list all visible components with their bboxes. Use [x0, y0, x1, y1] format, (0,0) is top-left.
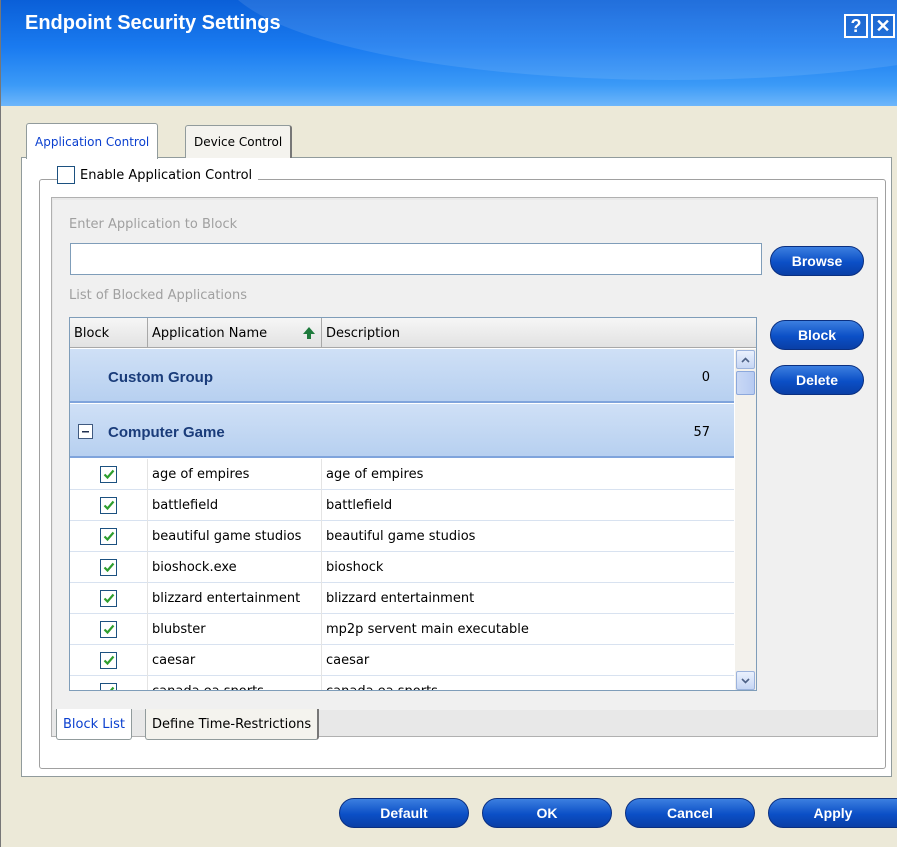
application-name-cell: bioshock.exe: [148, 552, 322, 583]
delete-button[interactable]: Delete: [770, 365, 864, 395]
block-cell: [70, 583, 148, 614]
tab-define-time-restrictions[interactable]: Define Time-Restrictions: [145, 709, 320, 740]
application-name-cell: blizzard entertainment: [148, 583, 322, 614]
table-row[interactable]: battlefield battlefield: [70, 490, 734, 521]
blocked-list-label: List of Blocked Applications: [69, 288, 248, 303]
apply-button[interactable]: Apply: [768, 798, 897, 828]
title-bar[interactable]: Endpoint Security Settings ? ✕: [1, 0, 897, 106]
table-row[interactable]: canada ea sportscanada ea sports: [70, 676, 734, 690]
checkmark-icon: [103, 562, 114, 573]
application-name-cell: battlefield: [148, 490, 322, 521]
checkmark-icon: [103, 624, 114, 635]
enable-application-control[interactable]: Enable Application Control: [57, 166, 259, 184]
window-title: Endpoint Security Settings: [25, 12, 281, 34]
application-name-cell: canada ea sports: [148, 676, 322, 690]
description-cell: canada ea sports: [322, 676, 734, 690]
block-checkbox[interactable]: [100, 497, 117, 514]
block-cell: [70, 552, 148, 583]
block-button[interactable]: Block: [770, 320, 864, 350]
block-checkbox[interactable]: [100, 652, 117, 669]
tab-block-list[interactable]: Block List: [56, 709, 133, 740]
block-checkbox[interactable]: [100, 528, 117, 545]
settings-window: Endpoint Security Settings ? ✕ Applicati…: [0, 0, 897, 847]
table-header: Block Application Name Description: [70, 318, 756, 348]
table-row[interactable]: blizzard entertainment blizzard entertain…: [70, 583, 734, 614]
scroll-down-icon[interactable]: [736, 671, 755, 690]
group-row-computer-game[interactable]: Computer Game 57: [70, 404, 734, 458]
close-icon[interactable]: ✕: [871, 14, 895, 38]
table-row[interactable]: caesar caesar: [70, 645, 734, 676]
group-name: Custom Group: [108, 369, 213, 386]
checkmark-icon: [103, 500, 114, 511]
checkmark-icon: [103, 655, 114, 666]
checkmark-icon: [109, 686, 114, 690]
application-input[interactable]: [70, 243, 762, 275]
group-row-custom[interactable]: Custom Group 0: [70, 349, 734, 403]
group-count: 0: [701, 370, 710, 385]
column-description[interactable]: Description: [322, 318, 734, 348]
description-cell: bioshock: [326, 560, 384, 575]
application-name-cell: beautiful game studios: [148, 521, 322, 552]
description-cell: battlefield: [326, 498, 393, 513]
block-cell: [70, 459, 148, 490]
column-block[interactable]: Block: [70, 318, 148, 348]
block-cell: [70, 676, 148, 690]
collapse-icon[interactable]: [78, 424, 93, 439]
browse-button[interactable]: Browse: [770, 246, 864, 276]
block-cell: [70, 521, 148, 552]
description-cell: blizzard entertainment: [326, 591, 475, 606]
tab-device-control[interactable]: Device Control: [185, 125, 293, 158]
enable-label: Enable Application Control: [80, 167, 253, 183]
checkmark-icon: [103, 531, 114, 542]
table-row[interactable]: bioshock.exe bioshock: [70, 552, 734, 583]
description-cell: age of empires: [326, 467, 424, 482]
tab-application-control[interactable]: Application Control: [26, 123, 159, 159]
group-name: Computer Game: [108, 424, 225, 441]
default-button[interactable]: Default: [339, 798, 469, 828]
checkmark-icon: [103, 469, 114, 480]
block-checkbox[interactable]: [100, 559, 117, 576]
vertical-scrollbar[interactable]: [735, 349, 756, 690]
application-name-cell: caesar: [148, 645, 322, 676]
column-application-name[interactable]: Application Name: [148, 318, 322, 348]
block-checkbox[interactable]: [100, 590, 117, 607]
block-checkbox[interactable]: [100, 466, 117, 483]
table-row[interactable]: age of empires age of empires: [70, 459, 734, 490]
cancel-button[interactable]: Cancel: [625, 798, 755, 828]
block-cell: [70, 645, 148, 676]
block-checkbox[interactable]: [100, 621, 117, 638]
description-cell: caesar: [326, 653, 370, 668]
table-row[interactable]: beautiful game studios beautiful game stu…: [70, 521, 734, 552]
sort-ascending-icon: [303, 327, 315, 339]
block-checkbox[interactable]: [100, 683, 117, 690]
application-name-cell: blubster: [148, 614, 322, 645]
application-name-cell: age of empires: [148, 459, 322, 490]
enter-application-label: Enter Application to Block: [69, 217, 238, 232]
description-cell: mp2p servent main executable: [326, 622, 529, 637]
table-row[interactable]: blubster mp2p servent main executable: [70, 614, 734, 645]
description-cell: beautiful game studios: [326, 529, 476, 544]
enable-checkbox[interactable]: [57, 166, 75, 184]
ok-button[interactable]: OK: [482, 798, 612, 828]
scroll-thumb[interactable]: [736, 371, 755, 395]
scroll-up-icon[interactable]: [736, 350, 755, 369]
checkmark-icon: [103, 593, 114, 604]
blocked-apps-table: Block Application Name Description Custo…: [69, 317, 757, 691]
block-cell: [70, 490, 148, 521]
group-count: 57: [693, 425, 710, 440]
block-cell: [70, 614, 148, 645]
help-icon[interactable]: ?: [844, 14, 868, 38]
